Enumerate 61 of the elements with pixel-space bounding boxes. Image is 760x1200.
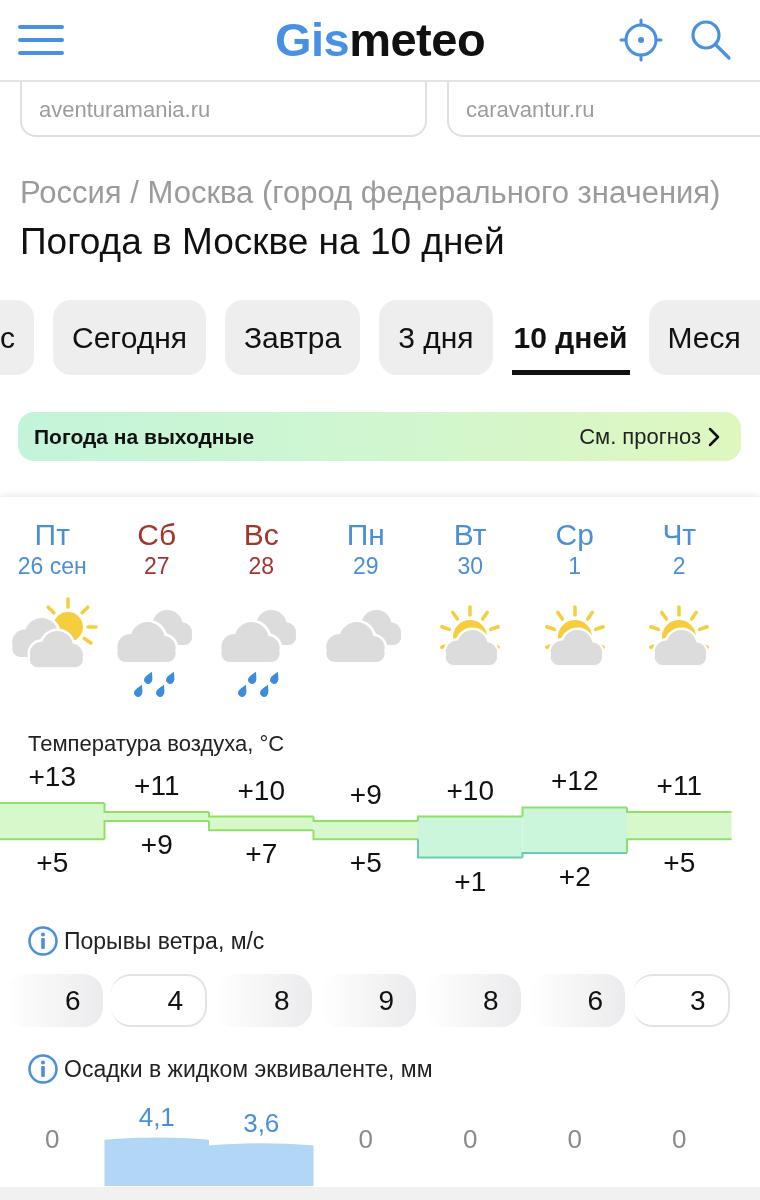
period-tab[interactable]: 3 дня — [379, 300, 493, 375]
period-tab[interactable]: Меся — [648, 300, 760, 375]
weekday: Вс — [243, 518, 279, 552]
min-temperature: +1 — [454, 865, 487, 897]
weekday: Пн — [346, 518, 385, 552]
weekday: Пт — [34, 518, 70, 552]
precipitation-amount: 3,6 — [243, 1107, 280, 1138]
date: 28 — [248, 552, 275, 580]
period-tab[interactable]: Завтра — [225, 300, 361, 375]
page-title: Погода в Москве на 10 дней — [20, 222, 506, 262]
date: 2 — [672, 552, 686, 580]
locate-icon[interactable] — [619, 18, 663, 62]
max-temperature: +11 — [134, 770, 180, 801]
wind-gust: 4 — [110, 974, 207, 1027]
weekday: Вт — [453, 518, 487, 552]
precipitation-amount: 0 — [358, 1124, 373, 1154]
precipitation-amount: 0 — [463, 1124, 478, 1154]
breadcrumb: Россия / Москва (город федерального значения) — [20, 175, 722, 211]
date: 27 — [143, 552, 170, 580]
max-temperature: +13 — [28, 760, 76, 792]
weekday: Сб — [137, 518, 177, 552]
sun-over-cloud-icon — [438, 605, 503, 668]
period-tab[interactable]: с — [0, 300, 34, 375]
max-temperature: +12 — [551, 765, 599, 797]
date: 30 — [457, 552, 484, 580]
precipitation-amount: 0 — [567, 1124, 582, 1154]
weekend-banner[interactable]: Погода на выходные См. прогноз — [18, 412, 741, 461]
sun-over-cloud-icon — [647, 605, 712, 668]
chart-title: Осадки в жидком эквиваленте, мм — [64, 1055, 433, 1083]
info-icon[interactable] — [28, 1054, 58, 1084]
min-temperature: +7 — [245, 838, 278, 870]
min-temperature: +5 — [349, 847, 382, 879]
period-tab[interactable]: Сегодня — [53, 300, 206, 375]
min-temperature: +5 — [663, 847, 696, 879]
search-icon[interactable] — [688, 18, 732, 62]
precipitation-amount: 0 — [672, 1124, 687, 1154]
info-icon[interactable] — [28, 926, 58, 956]
period-tab[interactable]: 10 дней — [511, 300, 630, 375]
chart-title: Температура воздуха, °C — [28, 732, 286, 756]
max-temperature: +10 — [446, 774, 494, 806]
min-temperature: +5 — [36, 847, 69, 879]
min-temperature: +2 — [558, 860, 591, 892]
max-temperature: +10 — [237, 774, 285, 806]
date: 26 сен — [17, 552, 87, 580]
precipitation-amount: 4,1 — [138, 1101, 175, 1132]
wind-gust: 3 — [633, 974, 730, 1027]
max-temperature: +9 — [349, 779, 382, 811]
date: 1 — [568, 552, 582, 580]
section-title: Порывы ветра, м/с — [64, 927, 265, 955]
chevron-right-icon — [708, 426, 720, 447]
max-temperature: +11 — [656, 770, 702, 801]
weekday: Чт — [662, 518, 697, 552]
forecast-link[interactable]: См. прогноз — [579, 423, 720, 450]
precipitation-amount: 0 — [45, 1124, 60, 1154]
menu-icon[interactable] — [18, 25, 64, 55]
banner-title: Погода на выходные — [34, 424, 255, 449]
logo[interactable]: Gismeteo — [274, 14, 486, 66]
sun-over-cloud-icon — [542, 605, 607, 668]
date: 29 — [352, 552, 379, 580]
min-temperature: +9 — [140, 829, 173, 861]
weekday: Ср — [555, 518, 594, 552]
